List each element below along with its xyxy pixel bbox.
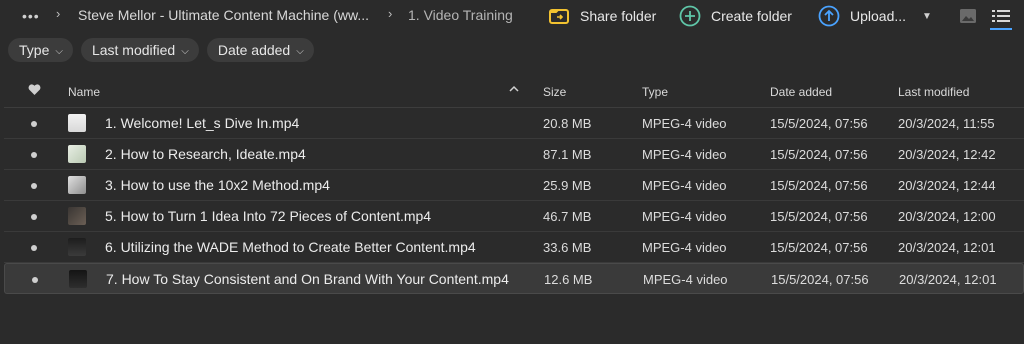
- sort-ascending-icon[interactable]: [509, 83, 519, 97]
- file-size: 87.1 MB: [543, 147, 592, 162]
- file-date-added: 15/5/2024, 07:56: [770, 147, 868, 162]
- file-type: MPEG-4 video: [643, 272, 728, 287]
- chevron-down-icon: ⌵: [181, 45, 189, 57]
- row-bullet: [31, 152, 37, 158]
- file-date-added: 15/5/2024, 07:56: [770, 178, 868, 193]
- file-date-added: 15/5/2024, 07:56: [770, 240, 868, 255]
- list-icon: [992, 10, 1010, 22]
- file-size: 25.9 MB: [543, 178, 592, 193]
- filter-last-modified[interactable]: Last modified ⌵: [80, 38, 199, 62]
- file-last-modified: 20/3/2024, 11:55: [898, 116, 995, 131]
- video-thumbnail: [68, 238, 86, 256]
- file-name: 2. How to Research, Ideate.mp4: [105, 146, 306, 162]
- image-icon: [960, 9, 976, 23]
- share-folder-label: Share folder: [580, 8, 657, 24]
- table-row[interactable]: 1. Welcome! Let_s Dive In.mp4 20.8 MB MP…: [4, 108, 1024, 139]
- file-type: MPEG-4 video: [642, 178, 727, 193]
- table-header: Name Size Type Date added Last modified: [4, 76, 1024, 108]
- file-type: MPEG-4 video: [642, 147, 727, 162]
- file-name: 3. How to use the 10x2 Method.mp4: [105, 177, 330, 193]
- video-thumbnail: [68, 114, 86, 132]
- file-size: 20.8 MB: [543, 116, 592, 131]
- file-type: MPEG-4 video: [642, 116, 727, 131]
- table-row-selected[interactable]: 7. How To Stay Consistent and On Brand W…: [4, 263, 1024, 294]
- file-date-added: 15/5/2024, 07:56: [770, 209, 868, 224]
- upload-circle-icon: [818, 5, 840, 27]
- share-folder-button[interactable]: Share folder: [548, 4, 656, 28]
- column-name[interactable]: Name: [68, 85, 100, 99]
- column-date-added[interactable]: Date added: [770, 85, 832, 99]
- plus-circle-icon: [679, 5, 701, 27]
- column-last-modified[interactable]: Last modified: [898, 85, 969, 99]
- breadcrumb-more-button[interactable]: •••: [22, 8, 40, 24]
- file-size: 33.6 MB: [543, 240, 592, 255]
- create-folder-label: Create folder: [711, 8, 792, 24]
- video-thumbnail: [68, 207, 86, 225]
- filter-type[interactable]: Type ⌵: [8, 38, 73, 62]
- thumbnail-view-button[interactable]: [957, 6, 979, 26]
- row-bullet: [31, 121, 37, 127]
- file-type: MPEG-4 video: [642, 240, 727, 255]
- file-last-modified: 20/3/2024, 12:01: [899, 272, 997, 287]
- filter-type-label: Type: [19, 42, 50, 58]
- row-bullet: [31, 214, 37, 220]
- create-folder-button[interactable]: Create folder: [679, 4, 792, 28]
- chevron-down-icon: ⌵: [296, 45, 304, 57]
- table-row[interactable]: 6. Utilizing the WADE Method to Create B…: [4, 232, 1024, 263]
- file-last-modified: 20/3/2024, 12:01: [898, 240, 996, 255]
- filter-last-modified-label: Last modified: [91, 42, 176, 58]
- table-row[interactable]: 2. How to Research, Ideate.mp4 87.1 MB M…: [4, 139, 1024, 170]
- upload-button[interactable]: Upload... ▼: [818, 4, 932, 28]
- table-row[interactable]: 3. How to use the 10x2 Method.mp4 25.9 M…: [4, 170, 1024, 201]
- file-size: 12.6 MB: [544, 272, 593, 287]
- favourite-column-icon[interactable]: [28, 84, 41, 99]
- top-bar: ••• › Steve Mellor - Ultimate Content Ma…: [0, 0, 1024, 32]
- file-table: Name Size Type Date added Last modified …: [4, 76, 1024, 294]
- filter-date-added[interactable]: Date added ⌵: [206, 38, 314, 62]
- file-date-added: 15/5/2024, 07:56: [770, 116, 868, 131]
- file-name: 1. Welcome! Let_s Dive In.mp4: [105, 115, 300, 131]
- chevron-down-icon: ▼: [922, 10, 932, 22]
- file-last-modified: 20/3/2024, 12:00: [898, 209, 996, 224]
- chevron-right-icon: ›: [56, 6, 61, 21]
- upload-label: Upload...: [850, 8, 907, 24]
- file-last-modified: 20/3/2024, 12:44: [898, 178, 996, 193]
- row-bullet: [31, 183, 37, 189]
- breadcrumb-current: 1. Video Training: [408, 7, 513, 23]
- row-bullet: [31, 245, 37, 251]
- list-view-button[interactable]: [990, 6, 1012, 30]
- row-bullet: [32, 277, 38, 283]
- file-type: MPEG-4 video: [642, 209, 727, 224]
- chevron-down-icon: ⌵: [55, 45, 63, 57]
- column-size[interactable]: Size: [543, 85, 566, 99]
- file-name: 6. Utilizing the WADE Method to Create B…: [105, 239, 476, 255]
- video-thumbnail: [68, 145, 86, 163]
- share-folder-icon: [548, 5, 570, 27]
- table-row[interactable]: 5. How to Turn 1 Idea Into 72 Pieces of …: [4, 201, 1024, 232]
- file-size: 46.7 MB: [543, 209, 592, 224]
- video-thumbnail: [69, 270, 87, 288]
- file-name: 5. How to Turn 1 Idea Into 72 Pieces of …: [105, 208, 432, 224]
- filter-bar: Type ⌵ Last modified ⌵ Date added ⌵: [8, 38, 314, 62]
- column-type[interactable]: Type: [642, 85, 668, 99]
- file-date-added: 15/5/2024, 07:56: [771, 272, 869, 287]
- file-name: 7. How To Stay Consistent and On Brand W…: [106, 271, 509, 287]
- breadcrumb-parent[interactable]: Steve Mellor - Ultimate Content Machine …: [78, 7, 369, 23]
- filter-date-added-label: Date added: [217, 42, 291, 58]
- video-thumbnail: [68, 176, 86, 194]
- chevron-right-icon: ›: [388, 6, 393, 21]
- file-last-modified: 20/3/2024, 12:42: [898, 147, 996, 162]
